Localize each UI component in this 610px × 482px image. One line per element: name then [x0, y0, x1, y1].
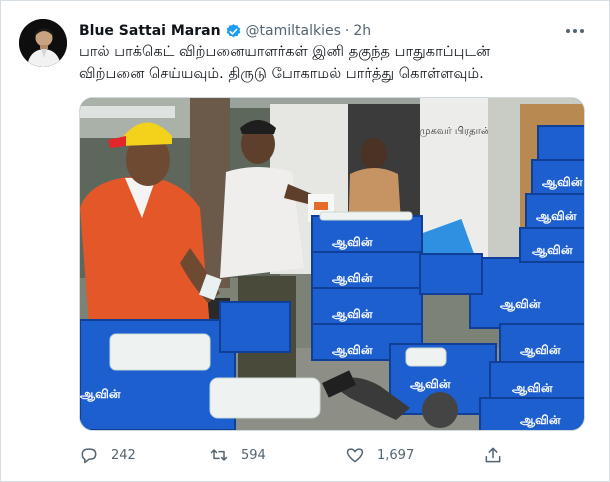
like-button[interactable]: 1,697	[345, 441, 414, 469]
share-icon	[483, 445, 503, 465]
avatar[interactable]	[19, 19, 67, 67]
tweet-text-line-2: விற்பனை செய்யவும். திருடு போகாமல் பார்த்…	[79, 65, 484, 82]
crate-label: ஆவின்	[500, 297, 541, 312]
crate-label: ஆவின்	[536, 209, 577, 224]
crate-label: ஆவின்	[532, 243, 573, 258]
tweet-card[interactable]: Blue Sattai Maran @tamiltalkies · 2h பால…	[0, 0, 610, 482]
retweet-count: 594	[241, 447, 266, 463]
crate-label: ஆவின்	[332, 271, 373, 286]
crate-label: ஆவின்	[332, 235, 373, 250]
crate-label: ஆவின்	[332, 343, 373, 358]
share-button[interactable]	[483, 441, 515, 469]
tweet-timestamp[interactable]: 2h	[353, 23, 371, 39]
crate-label: ஆவின்	[332, 307, 373, 322]
crate-label: ஆவின்	[80, 387, 121, 402]
tweet-text-line-1: பால் பாக்கெட் விற்பனையாளர்கள் இனி தகுந்த…	[79, 43, 491, 60]
crate-label: ஆவின்	[542, 175, 583, 190]
reply-icon	[79, 445, 99, 465]
crate-label: ஆவின்	[520, 413, 561, 428]
crate-label: ஆவின்	[410, 377, 451, 392]
crate-label: ஆவின்	[512, 381, 553, 396]
separator-dot: ·	[344, 23, 350, 39]
reply-count: 242	[111, 447, 136, 463]
like-count: 1,697	[377, 447, 415, 463]
verified-icon	[225, 23, 242, 40]
tweet-photo[interactable]: முகவர் பிரதான் ஆவின் ஆவின் ஆவின் ஆவின் ஆ…	[79, 97, 585, 431]
retweet-button[interactable]: 594	[209, 441, 266, 469]
retweet-icon	[209, 445, 229, 465]
author-handle[interactable]: @tamiltalkies	[246, 23, 341, 39]
shop-sign-text: முகவர் பிரதான்	[419, 126, 490, 137]
more-icon[interactable]	[563, 21, 587, 41]
reply-button[interactable]: 242	[79, 441, 136, 469]
like-icon	[345, 445, 365, 465]
crate-label: ஆவின்	[520, 343, 561, 358]
author-name[interactable]: Blue Sattai Maran	[79, 23, 221, 39]
tweet-text: பால் பாக்கெட் விற்பனையாளர்கள் இனி தகுந்த…	[79, 41, 589, 85]
tweet-actions: 242 594 1,697	[79, 441, 599, 469]
tweet-header: Blue Sattai Maran @tamiltalkies · 2h	[79, 21, 371, 41]
